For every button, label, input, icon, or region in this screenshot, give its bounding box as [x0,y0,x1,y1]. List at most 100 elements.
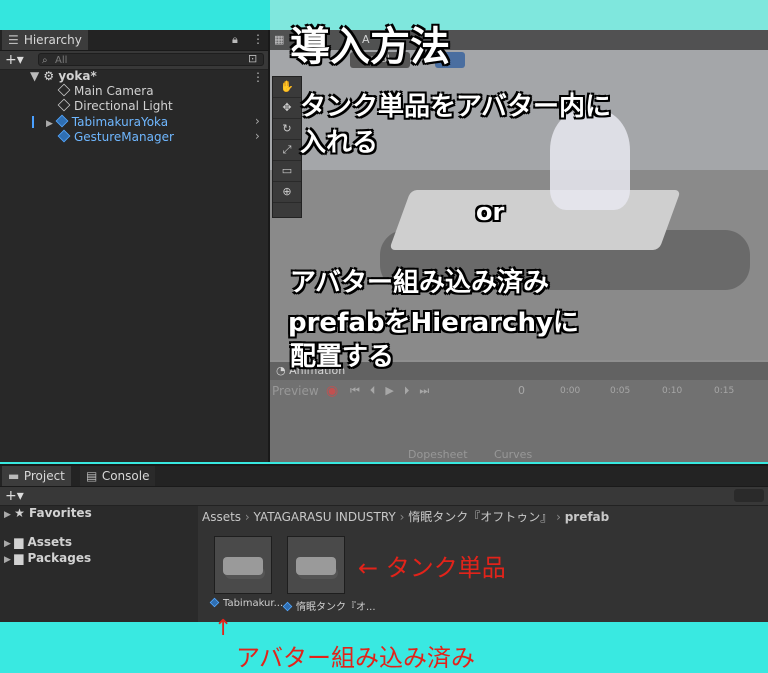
record-button[interactable]: ◉ [326,383,338,399]
rotate-tool-icon[interactable]: ↻ [273,119,301,140]
tab-project[interactable]: ▬ Project [2,466,71,486]
annotation-tank-single: ← タンク単品 [358,554,506,582]
tab-project-label: Project [23,469,65,483]
hierarchy-item-main-camera[interactable]: Main Camera [57,83,154,99]
hierarchy-tabbar: ☰ Hierarchy 🔒︎ ⋮ [0,30,268,51]
prefab-icon [57,129,71,143]
rect-tool-icon[interactable]: ▭ [273,161,301,182]
item-label: GestureManager [74,130,174,144]
gameobject-icon [57,83,71,97]
asset-label: Tabimakur... [209,597,284,609]
tab-hierarchy-label: Hierarchy [23,33,82,47]
hierarchy-panel: ☰ Hierarchy 🔒︎ ⋮ +▾ ⌕ All ⊡ ▼ ⚙ yoka* ⋮ … [0,30,270,462]
annotation-up-arrow: ↑ [214,616,233,641]
project-toolbar: +▾ [0,487,768,506]
overlay-line2: 入れる [300,128,379,158]
prefab-icon [209,597,220,608]
annotation-avatar-included: アバター組み込み済み [236,644,476,672]
prefab-icon [55,114,69,128]
overlay-line1: タンク単品をアバター内に [300,92,611,122]
packages-row[interactable]: ▶ ▆ Packages [4,551,91,566]
breadcrumb-item[interactable]: prefab [565,510,610,524]
overlay-line4: prefabをHierarchyに [288,308,579,338]
more-icon[interactable]: ⋮ [252,32,264,46]
breadcrumb-item[interactable]: 惰眠タンク『オフトゥン』 [408,510,552,524]
dopesheet-tab[interactable]: Dopesheet [408,448,468,461]
filter-icon[interactable]: ⊡ [248,52,257,65]
asset-label: 惰眠タンク『オ... [282,598,376,613]
hierarchy-toolbar: +▾ ⌕ All ⊡ [0,51,268,70]
move-tool-icon[interactable]: ✥ [273,98,301,119]
assets-row[interactable]: ▶ ▆ Assets [4,535,72,550]
expand-arrow-icon: ▶ [4,510,15,520]
playback-controls[interactable]: ⏮⏴▶⏵⏭ [350,384,439,398]
tab-console-label: Console [101,469,150,483]
clock-icon: ◔ [276,364,290,377]
hierarchy-item-directional-light[interactable]: Directional Light [57,98,173,114]
breadcrumb-item[interactable]: YATAGARASU INDUSTRY [254,510,396,524]
expand-arrow-icon: ▶ [4,555,15,565]
scale-tool-icon[interactable]: ⤢ [273,140,301,161]
curves-tab[interactable]: Curves [494,448,532,461]
tab-hierarchy[interactable]: ☰ Hierarchy [2,30,88,50]
asset-label-text: Tabimakur... [223,598,284,609]
scene-row[interactable]: ▼ ⚙ yoka* [30,69,97,84]
hand-tool-icon[interactable]: ✋ [273,77,301,98]
tank-thumb-body [296,557,336,575]
scene-more-icon[interactable]: ⋮ [252,70,264,84]
hierarchy-item-tabimakurayoka[interactable]: ▶ TabimakuraYoka [46,114,169,130]
gameobject-icon [57,98,71,112]
tank-body [389,190,681,250]
tank-thumb-body [223,557,263,575]
expand-arrow-icon: ▼ [30,69,44,83]
star-icon: ★ [14,506,29,520]
console-icon: ▤ [86,469,98,483]
folder-icon: ▆ [14,535,28,549]
project-folder-tree: ▶ ★ Favorites ▶ ▆ Assets ▶ ▆ Packages [0,506,199,624]
overlay-title: 導入方法 [290,24,450,70]
favorites-row[interactable]: ▶ ★ Favorites [4,506,92,521]
chevron-right-icon[interactable]: › [255,129,260,143]
time-15: 0:15 [714,386,735,396]
add-button[interactable]: +▾ [5,51,24,69]
prefab-icon [282,601,293,612]
tab-console[interactable]: ▤ Console [80,466,156,486]
list-icon: ☰ [8,33,19,47]
grid-icon: ▦ [274,33,285,46]
item-label: TabimakuraYoka [71,115,169,129]
asset-thumbnail-tank[interactable] [287,536,345,594]
breadcrumb-item[interactable]: Assets [202,510,241,524]
asset-thumbnail-tabimakura[interactable] [214,536,272,594]
time-5: 0:05 [610,386,631,396]
time-0: 0:00 [560,386,581,396]
search-input[interactable]: ⌕ All [38,53,264,66]
search-placeholder: All [55,55,68,66]
time-10: 0:10 [662,386,683,396]
selection-marker [32,116,34,128]
scene-toolbox: ✋ ✥ ↻ ⤢ ▭ ⊕ [272,76,302,218]
project-search-input[interactable] [734,489,764,502]
transform-tool-icon[interactable]: ⊕ [273,182,301,203]
overlay-or: or [476,198,505,226]
item-label: Main Camera [74,84,154,98]
project-panel: ▬ Project ▤ Console +▾ ▶ ★ Favorites ▶ ▆… [0,464,768,624]
folder-icon: ▆ [14,551,28,565]
frame-field[interactable]: 0 [518,384,525,397]
search-icon: ⌕ [42,55,48,66]
animation-panel: ◔ Animation Preview ◉ ⏮⏴▶⏵⏭ 0 0:00 0:05 … [270,362,768,462]
chevron-right-icon[interactable]: › [255,114,260,128]
add-asset-button[interactable]: +▾ [5,487,24,505]
assets-label: Assets [27,535,73,549]
lock-icon[interactable]: 🔒︎ [232,33,238,47]
item-label: Directional Light [74,99,173,113]
avatar-figure [550,110,630,210]
unity-scene-icon: ⚙ [43,69,55,83]
overlay-line3: アバター組み込み済み [290,268,549,298]
packages-label: Packages [27,551,92,565]
project-tabbar: ▬ Project ▤ Console [0,466,768,487]
folder-icon: ▬ [8,469,20,483]
breadcrumb: Assets › YATAGARASU INDUSTRY › 惰眠タンク『オフト… [202,510,610,524]
hierarchy-item-gesturemanager[interactable]: GestureManager [57,129,174,145]
preview-button[interactable]: Preview [272,384,319,398]
expand-arrow-icon: ▶ [4,539,15,549]
